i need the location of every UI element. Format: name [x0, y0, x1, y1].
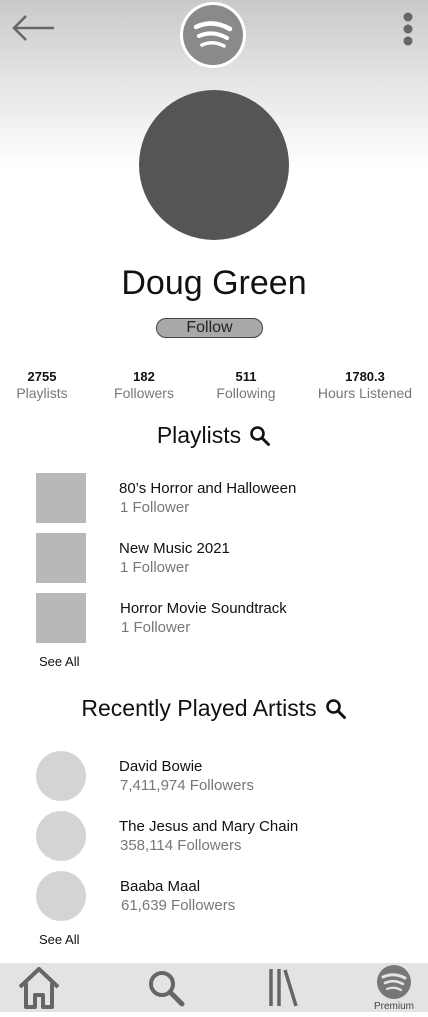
- playlist-followers: 1 Follower: [121, 619, 191, 636]
- profile-page: Doug Green Follow 2755 Playlists 182 Fol…: [0, 0, 428, 1012]
- playlists-title: Playlists: [156, 422, 242, 449]
- home-icon: [18, 967, 60, 1009]
- spotify-logo-icon: [183, 5, 243, 65]
- stat-following[interactable]: 511 Following: [210, 369, 282, 401]
- back-arrow-icon[interactable]: [10, 12, 58, 46]
- artist-name[interactable]: David Bowie: [119, 758, 202, 775]
- stat-playlists[interactable]: 2755 Playlists: [10, 369, 74, 401]
- artist-name[interactable]: Baaba Maal: [120, 878, 200, 895]
- artist-avatar[interactable]: [36, 871, 86, 921]
- nav-library[interactable]: [265, 963, 301, 1012]
- library-icon: [269, 969, 298, 1007]
- playlist-followers: 1 Follower: [120, 499, 190, 516]
- profile-name: Doug Green: [121, 264, 307, 302]
- more-vertical-icon[interactable]: [396, 12, 420, 46]
- stat-label: Followers: [114, 385, 174, 401]
- premium-label: Premium: [374, 1001, 414, 1012]
- nav-premium[interactable]: Premium: [368, 963, 420, 1012]
- stat-value: 1780.3: [345, 369, 385, 384]
- artist-followers: 61,639 Followers: [121, 897, 236, 914]
- artists-see-all-link[interactable]: See All: [39, 932, 79, 947]
- playlist-title[interactable]: 80’s Horror and Halloween: [119, 480, 296, 497]
- nav-search[interactable]: [144, 963, 188, 1012]
- artist-followers: 358,114 Followers: [120, 837, 242, 854]
- stat-value: 511: [235, 369, 257, 384]
- bottom-nav: Premium: [0, 963, 428, 1012]
- playlists-heading: Playlists: [0, 421, 428, 449]
- artist-name[interactable]: The Jesus and Mary Chain: [119, 818, 298, 835]
- stat-label: Hours Listened: [317, 385, 413, 401]
- avatar: [139, 90, 289, 240]
- playlists-see-all-link[interactable]: See All: [39, 654, 79, 669]
- stat-value: 2755: [27, 369, 57, 384]
- search-icon: [149, 971, 185, 1007]
- search-icon[interactable]: [249, 425, 271, 447]
- stat-label: Playlists: [16, 385, 68, 401]
- stat-label: Following: [216, 385, 276, 401]
- artist-avatar[interactable]: [36, 811, 86, 861]
- artists-heading: Recently Played Artists: [0, 694, 428, 722]
- follow-button[interactable]: Follow: [156, 318, 263, 338]
- stat-hours-listened: 1780.3 Hours Listened: [314, 369, 416, 401]
- nav-home[interactable]: [14, 963, 64, 1012]
- artists-title: Recently Played Artists: [81, 695, 317, 722]
- playlist-title[interactable]: Horror Movie Soundtrack: [120, 600, 287, 617]
- artist-followers: 7,411,974 Followers: [120, 777, 254, 794]
- stat-value: 182: [133, 369, 155, 384]
- artist-avatar[interactable]: [36, 751, 86, 801]
- search-icon[interactable]: [325, 698, 347, 720]
- playlist-cover[interactable]: [36, 533, 86, 583]
- playlist-cover[interactable]: [36, 593, 86, 643]
- playlist-cover[interactable]: [36, 473, 86, 523]
- spotify-logo-icon: Premium: [374, 965, 414, 1012]
- playlist-title[interactable]: New Music 2021: [119, 540, 230, 557]
- stat-followers[interactable]: 182 Followers: [108, 369, 180, 401]
- playlist-followers: 1 Follower: [120, 559, 190, 576]
